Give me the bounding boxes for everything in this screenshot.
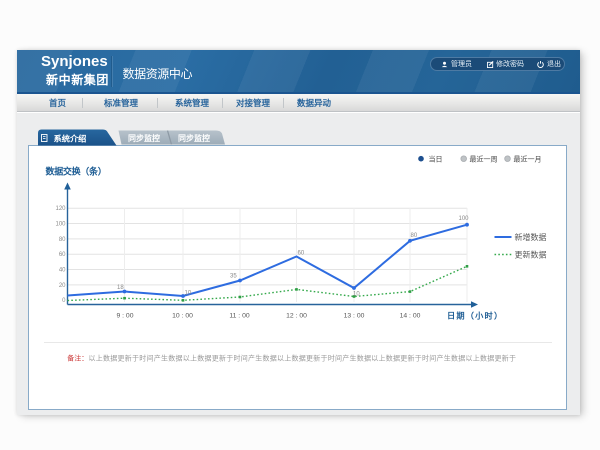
svg-text:10 : 00: 10 : 00	[172, 313, 193, 320]
svg-text:80: 80	[411, 233, 418, 239]
svg-text:最近一月: 最近一月	[514, 155, 542, 164]
svg-text:备注：: 备注：	[67, 354, 88, 363]
svg-text:20: 20	[59, 283, 66, 289]
svg-text:12 : 00: 12 : 00	[286, 313, 307, 320]
svg-text:40: 40	[59, 268, 66, 274]
svg-text:80: 80	[59, 237, 66, 243]
svg-text:13 : 00: 13 : 00	[344, 313, 365, 320]
svg-text:100: 100	[459, 216, 470, 222]
svg-text:同步监控: 同步监控	[128, 133, 160, 143]
svg-text:新增数据: 新增数据	[515, 232, 547, 242]
svg-text:10: 10	[353, 291, 360, 297]
svg-text:10: 10	[185, 291, 192, 297]
svg-text:以上数据更新于时间产生数据以上数据更新于时间产生数据以上数据: 以上数据更新于时间产生数据以上数据更新于时间产生数据以上数据更新于时间产生数据以…	[89, 354, 517, 363]
svg-text:100: 100	[55, 222, 66, 228]
svg-text:日期（小时）: 日期（小时）	[447, 311, 503, 321]
svg-text:最近一周: 最近一周	[470, 155, 498, 164]
svg-text:120: 120	[55, 206, 66, 212]
svg-text:0: 0	[62, 298, 66, 304]
svg-text:更新数据: 更新数据	[515, 250, 547, 260]
svg-text:14 : 00: 14 : 00	[400, 313, 421, 320]
svg-text:数据交换（条）: 数据交换（条）	[46, 166, 107, 177]
svg-text:9 : 00: 9 : 00	[116, 313, 133, 320]
svg-text:35: 35	[230, 274, 237, 280]
svg-text:11 : 00: 11 : 00	[229, 313, 250, 320]
svg-text:60: 60	[298, 251, 305, 257]
svg-text:18: 18	[117, 285, 124, 291]
svg-text:同步监控: 同步监控	[178, 133, 210, 143]
svg-text:当日: 当日	[429, 155, 443, 164]
svg-text:系统介绍: 系统介绍	[54, 134, 87, 144]
svg-text:60: 60	[59, 252, 66, 258]
